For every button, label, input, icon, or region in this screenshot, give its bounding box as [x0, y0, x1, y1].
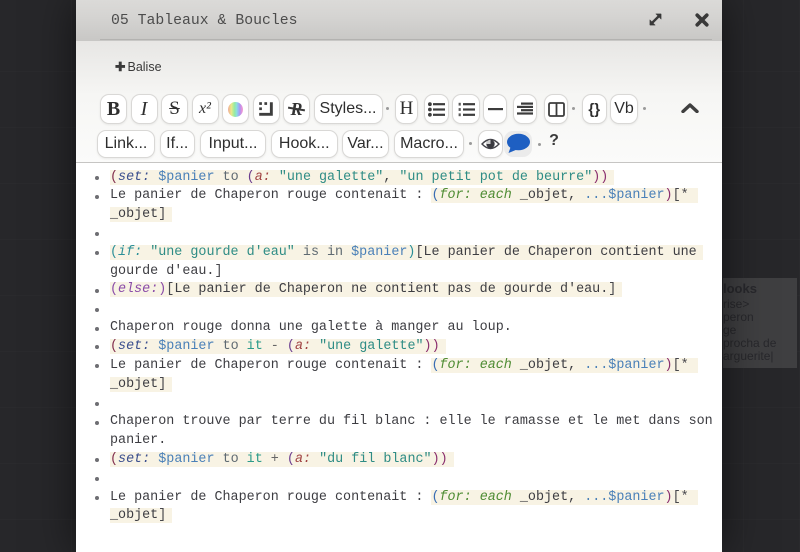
svg-text:?: ? [549, 132, 559, 149]
